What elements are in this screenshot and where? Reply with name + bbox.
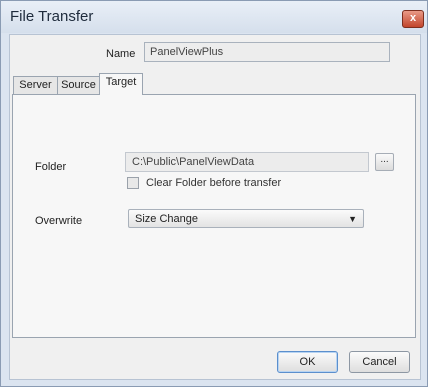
file-transfer-window: File Transfer x Name PanelViewPlus Serve… <box>0 0 428 387</box>
tab-source[interactable]: Source <box>57 76 100 94</box>
overwrite-dropdown[interactable]: Size Change ▼ <box>128 209 364 228</box>
target-tab-panel: Folder C:\Public\PanelViewData ... Clear… <box>12 94 416 338</box>
tab-target[interactable]: Target <box>99 73 143 95</box>
dropdown-arrow-icon: ▼ <box>348 214 357 224</box>
overwrite-selected-value: Size Change <box>135 213 198 225</box>
name-label: Name <box>106 48 136 60</box>
overwrite-label: Overwrite <box>35 215 83 227</box>
name-field[interactable]: PanelViewPlus <box>144 42 390 62</box>
close-button[interactable]: x <box>402 10 424 28</box>
window-title: File Transfer <box>10 8 94 25</box>
tab-server[interactable]: Server <box>13 76 58 94</box>
browse-folder-button[interactable]: ... <box>375 153 394 171</box>
close-icon: x <box>409 12 417 24</box>
folder-path-field[interactable]: C:\Public\PanelViewData <box>125 152 369 172</box>
clear-folder-label: Clear Folder before transfer <box>146 177 282 189</box>
title-bar[interactable]: File Transfer x <box>1 1 427 33</box>
clear-folder-checkbox[interactable] <box>127 177 139 189</box>
ok-button[interactable]: OK <box>277 351 338 373</box>
cancel-button[interactable]: Cancel <box>349 351 410 373</box>
dialog-body: Name PanelViewPlus Server Source Target … <box>9 34 421 380</box>
folder-label: Folder <box>35 161 67 173</box>
